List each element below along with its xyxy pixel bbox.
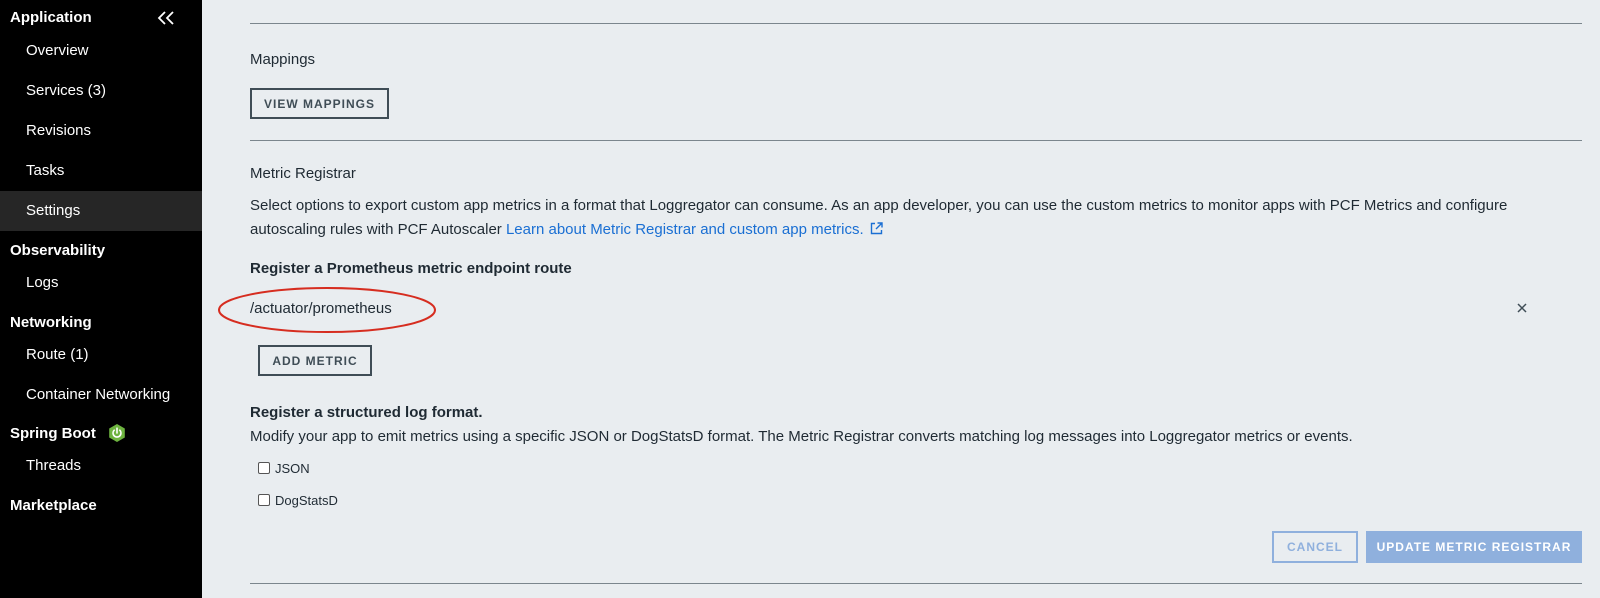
sidebar-section-networking: Networking (10, 314, 92, 331)
sidebar-item-revisions[interactable]: Revisions (0, 111, 202, 151)
learn-more-link[interactable]: Learn about Metric Registrar and custom … (506, 221, 883, 238)
dogstatsd-label[interactable]: DogStatsD (275, 493, 338, 508)
structured-log-label: Register a structured log format. (250, 404, 483, 421)
sidebar-item-tasks[interactable]: Tasks (0, 151, 202, 191)
structured-log-description: Modify your app to emit metrics using a … (250, 428, 1353, 445)
mappings-title: Mappings (250, 51, 316, 68)
cancel-button[interactable]: CANCEL (1272, 531, 1358, 563)
divider (250, 23, 1582, 24)
double-chevron-left-icon[interactable] (155, 10, 177, 26)
sidebar-item-container-networking[interactable]: Container Networking (0, 375, 202, 415)
sidebar-item-logs[interactable]: Logs (0, 263, 202, 303)
sidebar-section-spring-boot-label: Spring Boot (10, 425, 96, 442)
update-metric-registrar-button[interactable]: UPDATE METRIC REGISTRAR (1366, 531, 1582, 563)
json-checkbox[interactable] (258, 462, 270, 474)
main-content: Mappings VIEW MAPPINGS Metric Registrar … (218, 0, 1582, 598)
sidebar-item-route[interactable]: Route (1) (0, 335, 202, 375)
endpoint-route-value[interactable]: /actuator/prometheus (250, 299, 392, 319)
external-link-icon[interactable] (870, 222, 883, 235)
sidebar-section-spring-boot: Spring Boot (10, 423, 126, 444)
sidebar: Application Overview Services (3) Revisi… (0, 0, 202, 598)
divider (250, 140, 1582, 141)
divider (250, 583, 1582, 584)
sidebar-section-application: Application (10, 9, 92, 26)
format-json-option[interactable]: JSON (258, 459, 310, 477)
sidebar-item-services[interactable]: Services (3) (0, 71, 202, 111)
sidebar-item-settings[interactable]: Settings (0, 191, 202, 231)
add-metric-button[interactable]: ADD METRIC (258, 345, 372, 376)
metric-registrar-description: Select options to export custom app metr… (250, 194, 1570, 242)
sidebar-item-overview[interactable]: Overview (0, 31, 202, 71)
format-dogstatsd-option[interactable]: DogStatsD (258, 491, 338, 509)
json-label[interactable]: JSON (275, 461, 310, 476)
learn-more-link-text[interactable]: Learn about Metric Registrar and custom … (506, 221, 864, 238)
metric-registrar-title: Metric Registrar (250, 165, 356, 182)
power-icon (109, 423, 125, 442)
sidebar-item-threads[interactable]: Threads (0, 446, 202, 486)
dogstatsd-checkbox[interactable] (258, 494, 270, 506)
view-mappings-button[interactable]: VIEW MAPPINGS (250, 88, 389, 119)
endpoint-route-label: Register a Prometheus metric endpoint ro… (250, 260, 572, 277)
sidebar-section-observability: Observability (10, 242, 106, 259)
close-icon[interactable] (1515, 301, 1529, 315)
sidebar-section-marketplace[interactable]: Marketplace (10, 496, 97, 516)
